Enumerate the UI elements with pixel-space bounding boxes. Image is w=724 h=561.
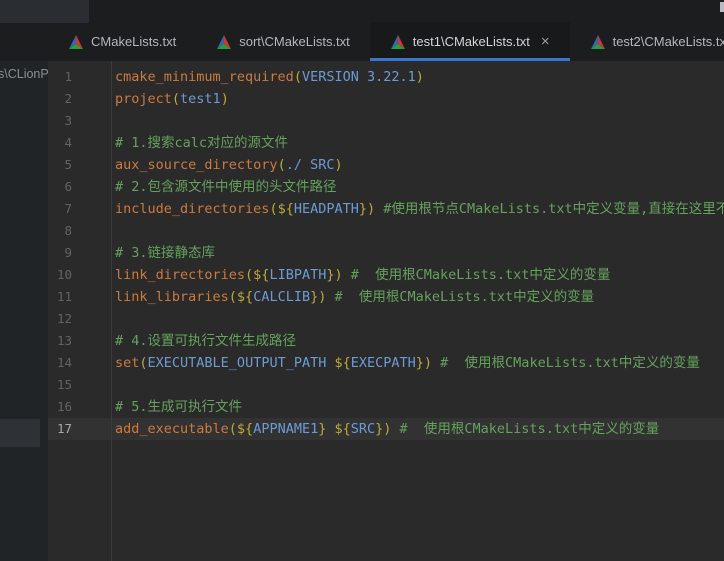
code-line[interactable]: 9# 3.链接静态库 <box>48 242 724 264</box>
code-line[interactable]: 15 <box>48 374 724 396</box>
line-number: 15 <box>48 374 111 396</box>
code-line[interactable]: 3 <box>48 110 724 132</box>
code-text: include_directories(${HEADPATH}) #使用根节点C… <box>111 198 724 220</box>
code-text: # 2.包含源文件中使用的头文件路径 <box>111 176 337 198</box>
tab-label: CMakeLists.txt <box>91 34 176 49</box>
project-panel-selected-item[interactable] <box>0 419 40 447</box>
window-edge-artifact <box>720 2 724 12</box>
code-line[interactable]: 16# 5.生成可执行文件 <box>48 396 724 418</box>
main-body: s\CLionP 1cmake_minimum_required(VERSION… <box>0 61 724 561</box>
code-line[interactable]: 8 <box>48 220 724 242</box>
project-panel-collapsed: s\CLionP <box>0 61 48 561</box>
tab-cmakelists-root[interactable]: CMakeLists.txt <box>48 22 196 61</box>
code-line[interactable]: 12 <box>48 308 724 330</box>
code-text: set(EXECUTABLE_OUTPUT_PATH ${EXECPATH}) … <box>111 352 700 374</box>
code-line[interactable]: 11link_libraries(${CALCLIB}) # 使用根CMakeL… <box>48 286 724 308</box>
line-number: 1 <box>48 66 111 88</box>
line-number: 8 <box>48 220 111 242</box>
code-line[interactable]: 17add_executable(${APPNAME1} ${SRC}) # 使… <box>48 418 724 440</box>
tab-cmakelists-test1[interactable]: test1\CMakeLists.txt × <box>370 22 570 61</box>
code-text: # 5.生成可执行文件 <box>111 396 242 418</box>
tab-bar: CMakeLists.txt sort\CMakeLists.txt test1… <box>0 22 724 61</box>
code-text: project(test1) <box>111 88 229 110</box>
code-line[interactable]: 13# 4.设置可执行文件生成路径 <box>48 330 724 352</box>
line-number: 16 <box>48 396 111 418</box>
tab-label: test1\CMakeLists.txt <box>413 34 530 49</box>
code-line[interactable]: 5aux_source_directory(./ SRC) <box>48 154 724 176</box>
cmake-icon <box>590 34 606 50</box>
code-text: # 1.搜索calc对应的源文件 <box>111 132 288 154</box>
code-text: # 4.设置可执行文件生成路径 <box>111 330 296 352</box>
code-text: # 3.链接静态库 <box>111 242 215 264</box>
code-line[interactable]: 6# 2.包含源文件中使用的头文件路径 <box>48 176 724 198</box>
line-number: 12 <box>48 308 111 330</box>
tab-cmakelists-test2[interactable]: test2\CMakeLists.txt <box>570 22 724 61</box>
line-number: 14 <box>48 352 111 374</box>
line-number: 10 <box>48 264 111 286</box>
code-line[interactable]: 1cmake_minimum_required(VERSION 3.22.1) <box>48 66 724 88</box>
code-lines: 1cmake_minimum_required(VERSION 3.22.1)2… <box>48 61 724 440</box>
line-number: 2 <box>48 88 111 110</box>
code-text: aux_source_directory(./ SRC) <box>111 154 343 176</box>
code-text: cmake_minimum_required(VERSION 3.22.1) <box>111 66 424 88</box>
line-number: 17 <box>48 418 111 440</box>
gutter-divider <box>111 61 112 561</box>
close-icon[interactable]: × <box>541 34 550 49</box>
line-number: 13 <box>48 330 111 352</box>
title-bar-segment <box>0 0 89 23</box>
tab-label: sort\CMakeLists.txt <box>239 34 350 49</box>
code-text: add_executable(${APPNAME1} ${SRC}) # 使用根… <box>111 418 659 440</box>
line-number: 3 <box>48 110 111 132</box>
ide-window: CMakeLists.txt sort\CMakeLists.txt test1… <box>0 0 724 561</box>
code-editor[interactable]: 1cmake_minimum_required(VERSION 3.22.1)2… <box>48 61 724 561</box>
tab-cmakelists-sort[interactable]: sort\CMakeLists.txt <box>196 22 370 61</box>
line-number: 6 <box>48 176 111 198</box>
line-number: 7 <box>48 198 111 220</box>
cmake-icon <box>216 34 232 50</box>
code-line[interactable]: 7include_directories(${HEADPATH}) #使用根节点… <box>48 198 724 220</box>
tab-label: test2\CMakeLists.txt <box>613 34 724 49</box>
cmake-icon <box>390 34 406 50</box>
code-text: link_libraries(${CALCLIB}) # 使用根CMakeLis… <box>111 286 594 308</box>
project-path-fragment: s\CLionP <box>0 67 48 81</box>
title-bar <box>0 0 724 22</box>
line-number: 9 <box>48 242 111 264</box>
line-number: 4 <box>48 132 111 154</box>
code-text: link_directories(${LIBPATH}) # 使用根CMakeL… <box>111 264 610 286</box>
line-number: 11 <box>48 286 111 308</box>
line-number: 5 <box>48 154 111 176</box>
code-line[interactable]: 10link_directories(${LIBPATH}) # 使用根CMak… <box>48 264 724 286</box>
code-line[interactable]: 2project(test1) <box>48 88 724 110</box>
cmake-icon <box>68 34 84 50</box>
code-line[interactable]: 14set(EXECUTABLE_OUTPUT_PATH ${EXECPATH}… <box>48 352 724 374</box>
code-line[interactable]: 4# 1.搜索calc对应的源文件 <box>48 132 724 154</box>
